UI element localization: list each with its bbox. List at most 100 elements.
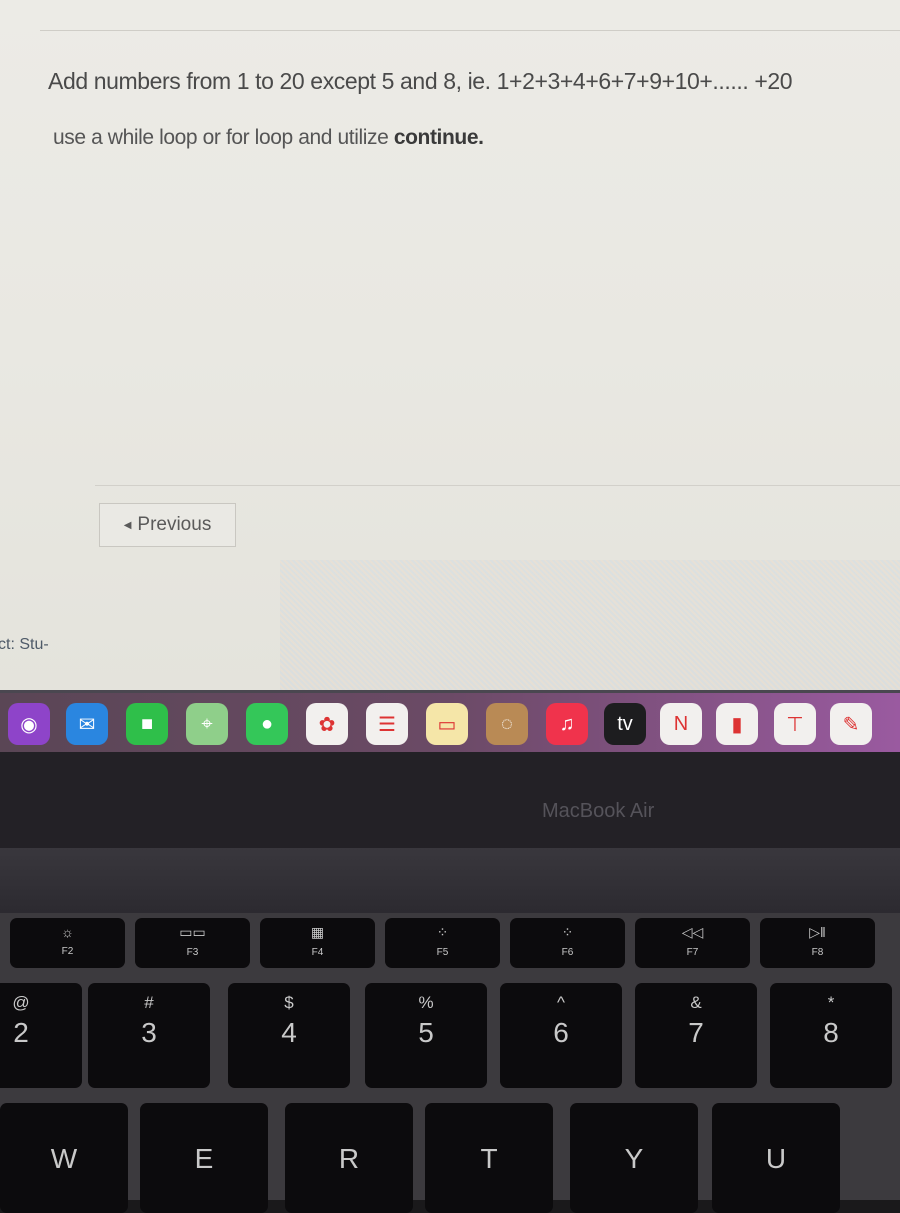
caret-left-icon: ◀ bbox=[123, 519, 132, 531]
key-shift-symbol: & bbox=[690, 993, 702, 1012]
device-brand: MacBook Air bbox=[542, 800, 655, 822]
dock-item-news[interactable]: N bbox=[660, 703, 702, 745]
key-f6[interactable]: ⁘ F6 bbox=[510, 918, 625, 968]
key-t[interactable]: T bbox=[425, 1103, 553, 1213]
key-w[interactable]: W bbox=[0, 1103, 128, 1213]
key-shift-symbol: $ bbox=[284, 993, 294, 1012]
notes-icon: ▭ bbox=[437, 713, 457, 736]
podcasts-icon: ◉ bbox=[20, 713, 38, 736]
question-text: Add numbers from 1 to 20 except 5 and 8,… bbox=[48, 68, 793, 94]
key-7[interactable]: & 7 bbox=[635, 983, 757, 1088]
key-y[interactable]: Y bbox=[570, 1103, 698, 1213]
key-shift-symbol: * bbox=[827, 993, 835, 1012]
side-panel-text: ct: Stu- bbox=[0, 636, 49, 653]
messages-icon: ● bbox=[260, 712, 274, 735]
dock-item-tv[interactable]: tv bbox=[604, 703, 646, 745]
key-4[interactable]: $4 bbox=[228, 983, 350, 1088]
key-digit: 4 bbox=[281, 1017, 297, 1048]
key-r[interactable]: R bbox=[285, 1103, 413, 1213]
dock-item-mail[interactable]: ✉ bbox=[66, 703, 108, 745]
numbers-icon: ▮ bbox=[731, 713, 743, 736]
fkey-icon: ▭▭ bbox=[179, 924, 206, 940]
key-shift-symbol: ^ bbox=[557, 993, 565, 1012]
divider-top bbox=[40, 30, 900, 31]
dock-item-contacts[interactable]: ◌ bbox=[486, 703, 528, 745]
key-2[interactable]: @2 bbox=[0, 983, 82, 1088]
key-letter: U bbox=[765, 1143, 787, 1174]
key-f5[interactable]: ⁘ F5 bbox=[385, 918, 500, 968]
fkey-label: F7 bbox=[686, 947, 699, 958]
photos-icon: ✿ bbox=[318, 713, 336, 736]
key-shift-symbol: % bbox=[418, 993, 434, 1012]
key-f2[interactable]: ☼ F2 bbox=[10, 918, 125, 968]
key-letter: R bbox=[338, 1143, 360, 1174]
keynote-icon: ⊤ bbox=[786, 713, 804, 736]
key-6[interactable]: ^ 6 bbox=[500, 983, 622, 1088]
previous-button[interactable]: ◀ Previous bbox=[99, 503, 236, 547]
fkey-label: F3 bbox=[186, 947, 199, 958]
mail-icon: ✉ bbox=[78, 713, 96, 736]
key-shift-symbol: # bbox=[144, 993, 154, 1012]
screen-moire bbox=[280, 560, 900, 690]
fkey-icon: ☼ bbox=[61, 924, 74, 940]
key-letter: T bbox=[480, 1143, 498, 1174]
fkey-label: F2 bbox=[61, 946, 74, 957]
dock-item-keynote[interactable]: ⊤ bbox=[774, 703, 816, 745]
dock-item-reminders[interactable]: ☰ bbox=[366, 703, 408, 745]
dock-item-maps[interactable]: ⌖ bbox=[186, 703, 228, 745]
dock-item-photos[interactable]: ✿ bbox=[306, 703, 348, 745]
dock-item-podcasts[interactable]: ◉ bbox=[8, 703, 50, 745]
key-letter: Y bbox=[624, 1143, 644, 1174]
key-f4[interactable]: ▦ F4 bbox=[260, 918, 375, 968]
key-digit: 6 bbox=[553, 1017, 569, 1048]
hinge bbox=[0, 848, 900, 913]
pages-icon: ✎ bbox=[842, 713, 860, 736]
keyboard: ☼ F2 ▭▭ F3 ▦ F4 ⁘ F5 ⁘ F6 ◁◁ F7 ▷‖ F8 @2 #3 $4% 5 ^ 6 & 7 * 8 W E… bbox=[0, 913, 900, 1213]
key-5[interactable]: % 5 bbox=[365, 983, 487, 1088]
screen-bezel bbox=[0, 752, 900, 848]
dock-item-pages[interactable]: ✎ bbox=[830, 703, 872, 745]
fkey-label: F6 bbox=[561, 947, 574, 958]
maps-icon: ⌖ bbox=[201, 712, 213, 735]
dock-item-facetime[interactable]: ■ bbox=[126, 703, 168, 745]
news-icon: N bbox=[673, 712, 689, 735]
music-icon: ♫ bbox=[559, 712, 575, 735]
key-e[interactable]: E bbox=[140, 1103, 268, 1213]
key-shift-symbol: @ bbox=[12, 993, 30, 1012]
browser-screen: Add numbers from 1 to 20 except 5 and 8,… bbox=[0, 0, 900, 690]
facetime-icon: ■ bbox=[140, 712, 154, 735]
key-digit: 3 bbox=[141, 1017, 157, 1048]
key-letter: E bbox=[194, 1143, 214, 1174]
dock-item-numbers[interactable]: ▮ bbox=[716, 703, 758, 745]
fkey-icon: ◁◁ bbox=[681, 924, 704, 940]
dock-item-notes[interactable]: ▭ bbox=[426, 703, 468, 745]
fkey-label: F4 bbox=[311, 947, 324, 958]
previous-label: Previous bbox=[137, 514, 212, 535]
key-f3[interactable]: ▭▭ F3 bbox=[135, 918, 250, 968]
instruction-text: use a while loop or for loop and utilize bbox=[53, 126, 394, 149]
key-3[interactable]: #3 bbox=[88, 983, 210, 1088]
instruction-bold: continue. bbox=[393, 126, 484, 149]
dock-item-music[interactable]: ♫ bbox=[546, 703, 588, 745]
tv-icon: tv bbox=[617, 712, 633, 735]
key-digit: 2 bbox=[13, 1017, 29, 1048]
key-f8[interactable]: ▷‖ F8 bbox=[760, 918, 875, 968]
reminders-icon: ☰ bbox=[378, 713, 396, 736]
fkey-icon: ⁘ bbox=[436, 924, 449, 940]
fkey-icon: ⁘ bbox=[561, 924, 574, 940]
key-u[interactable]: U bbox=[712, 1103, 840, 1213]
contacts-icon: ◌ bbox=[501, 712, 513, 735]
fkey-label: F5 bbox=[436, 947, 449, 958]
fkey-label: F8 bbox=[811, 947, 824, 958]
fkey-icon: ▦ bbox=[310, 924, 325, 940]
fkey-icon: ▷‖ bbox=[809, 924, 826, 940]
key-letter: W bbox=[50, 1143, 78, 1174]
key-f7[interactable]: ◁◁ F7 bbox=[635, 918, 750, 968]
key-digit: 8 bbox=[823, 1017, 839, 1048]
key-digit: 5 bbox=[418, 1017, 434, 1048]
dock-item-messages[interactable]: ● bbox=[246, 703, 288, 745]
question-instruction: use a while loop or for loop and utilize… bbox=[53, 126, 484, 150]
key-digit: 7 bbox=[688, 1017, 704, 1048]
divider-bottom bbox=[95, 485, 900, 486]
key-8[interactable]: * 8 bbox=[770, 983, 892, 1088]
